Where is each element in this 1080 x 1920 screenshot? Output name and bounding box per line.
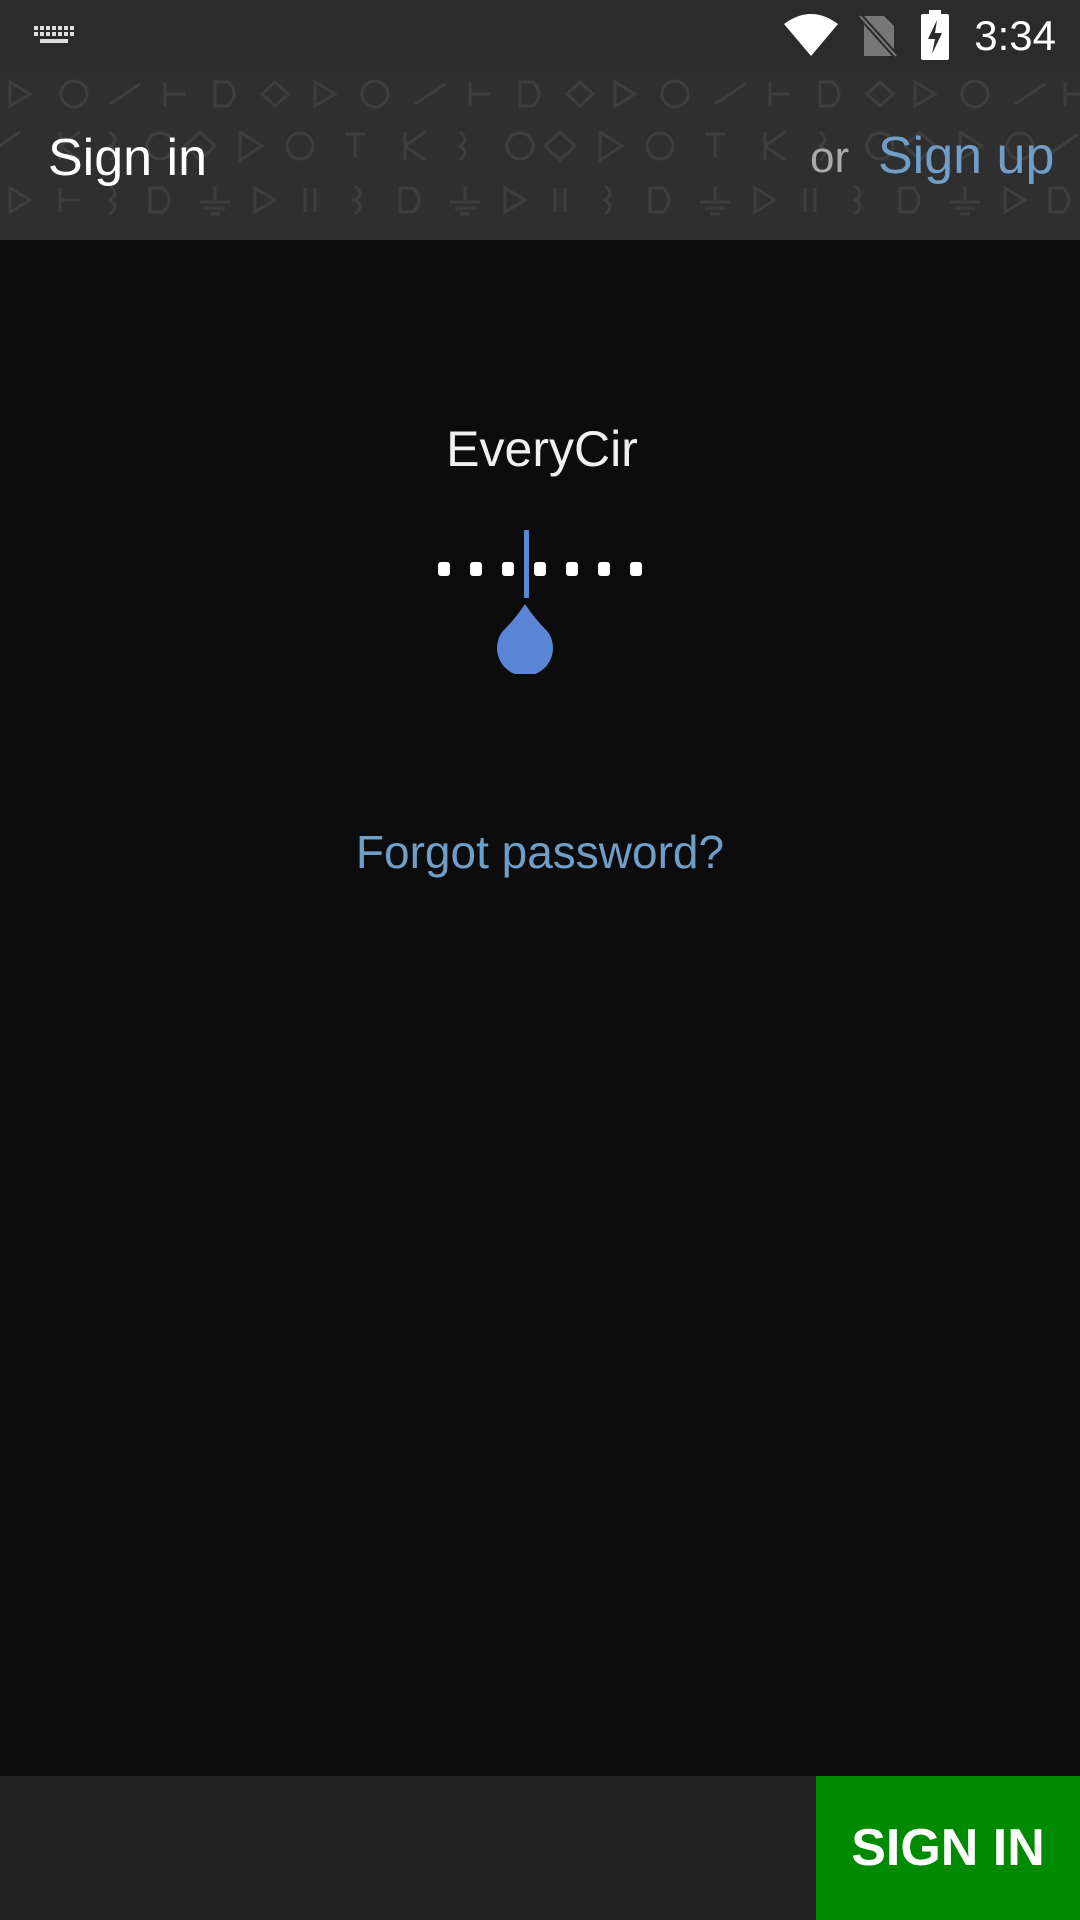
app-bar: Sign in or Sign up bbox=[0, 72, 1080, 240]
password-mask-dot bbox=[438, 562, 450, 576]
password-field[interactable] bbox=[430, 530, 650, 598]
sign-in-screen: 3:34 Sign in or Sign up EveryCir Forgot … bbox=[0, 0, 1080, 1920]
password-mask-dot bbox=[470, 562, 482, 576]
keyboard-icon bbox=[34, 26, 74, 43]
no-sim-icon bbox=[858, 13, 898, 58]
password-mask-dot bbox=[534, 562, 546, 576]
password-mask-dot bbox=[598, 562, 610, 576]
password-mask-dot bbox=[502, 562, 514, 576]
status-bar: 3:34 bbox=[0, 0, 1080, 72]
password-mask-dot bbox=[566, 562, 578, 576]
or-separator: or bbox=[810, 133, 850, 182]
password-mask-dot bbox=[630, 562, 642, 576]
battery-charging-icon bbox=[921, 10, 949, 60]
text-selection-handle[interactable] bbox=[494, 602, 556, 674]
sign-up-link[interactable]: Sign up bbox=[878, 126, 1054, 186]
bottom-bar: SIGN IN bbox=[0, 1776, 1080, 1920]
text-cursor bbox=[524, 530, 529, 598]
page-title: Sign in bbox=[48, 129, 207, 187]
username-field[interactable] bbox=[340, 412, 744, 486]
wifi-icon bbox=[784, 14, 838, 56]
sign-in-button[interactable]: SIGN IN bbox=[816, 1776, 1080, 1920]
forgot-password-link[interactable]: Forgot password? bbox=[0, 822, 1080, 882]
status-clock: 3:34 bbox=[974, 12, 1056, 59]
